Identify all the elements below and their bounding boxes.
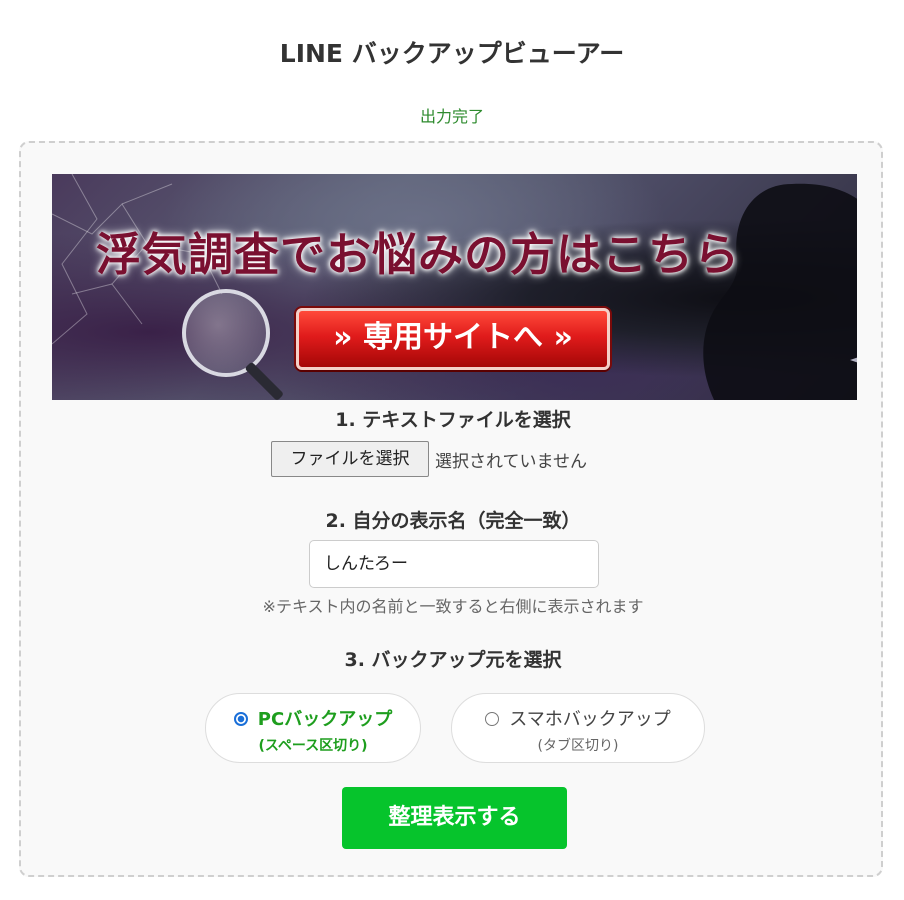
choose-file-button[interactable]: ファイルを選択	[271, 441, 429, 477]
radio-label-smartphone: スマホバックアップ	[509, 709, 671, 730]
file-picker: ファイルを選択 選択されていません	[271, 441, 587, 477]
radio-option-pc[interactable]: PCバックアップ (スペース区切り)	[205, 693, 421, 763]
status-message: 出力完了	[419, 107, 484, 126]
radio-main-smartphone: スマホバックアップ	[452, 705, 704, 731]
step3-label: 3. バックアップ元を選択	[344, 649, 562, 671]
main-panel: 浮気調査でお悩みの方はこちら » 専用サイトへ » 1. テキストファイルを選択…	[19, 141, 883, 877]
organize-display-button[interactable]: 整理表示する	[342, 787, 567, 849]
radio-sub-smartphone: (タブ区切り)	[537, 738, 619, 754]
radio-label-pc: PCバックアップ	[257, 709, 393, 730]
display-name-input[interactable]: しんたろー	[309, 540, 599, 588]
radio-option-smartphone[interactable]: スマホバックアップ (タブ区切り)	[451, 693, 705, 763]
page-title: LINE バックアップビューアー	[279, 39, 625, 68]
radio-main-pc: PCバックアップ	[206, 705, 420, 731]
woman-silhouette-graphic	[703, 183, 857, 400]
banner-headline: 浮気調査でお悩みの方はこちら	[96, 228, 741, 281]
step1-label: 1. テキストファイルを選択	[335, 409, 571, 431]
banner-cta-button[interactable]: » 専用サイトへ »	[296, 308, 610, 370]
radio-unselected-icon[interactable]	[485, 712, 500, 726]
radio-sub-pc: (スペース区切り)	[258, 738, 368, 754]
radio-selected-icon[interactable]	[233, 712, 248, 726]
step2-label: 2. 自分の表示名（完全一致）	[325, 510, 581, 532]
ad-banner[interactable]: 浮気調査でお悩みの方はこちら » 専用サイトへ »	[52, 174, 857, 400]
magnifier-icon	[182, 289, 270, 377]
file-status-text: 選択されていません	[435, 451, 587, 472]
display-name-note: ※テキスト内の名前と一致すると右側に表示されます	[262, 597, 644, 616]
